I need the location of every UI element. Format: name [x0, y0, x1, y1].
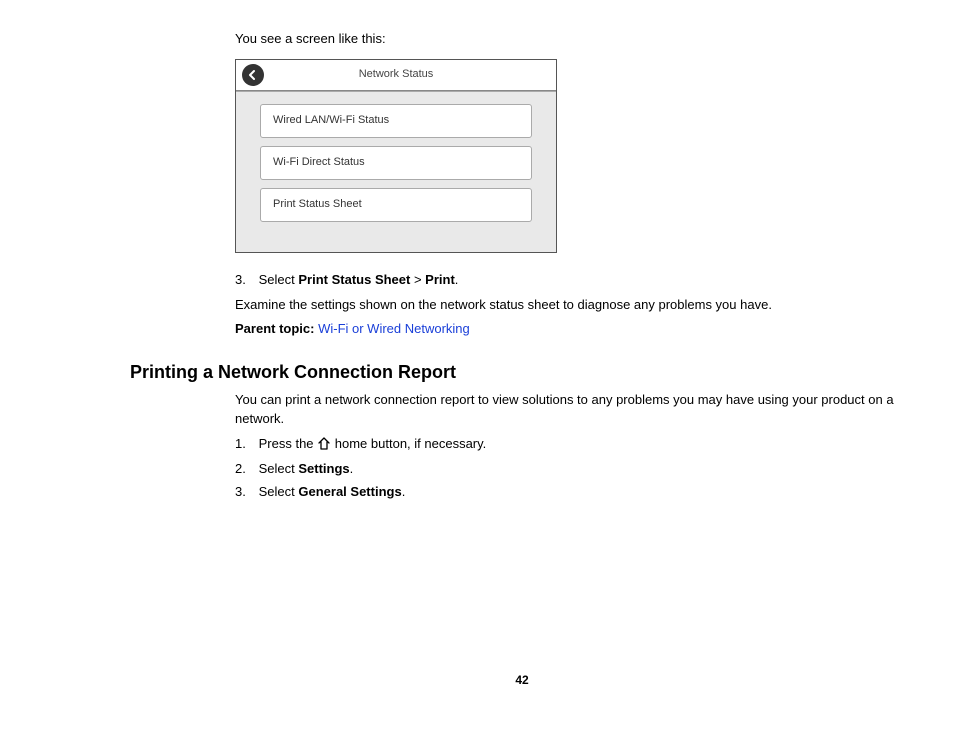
page-number: 42 — [130, 672, 914, 689]
step-number: 3. — [235, 483, 255, 502]
section-heading: Printing a Network Connection Report — [130, 359, 914, 385]
step-suffix: home button, if necessary. — [331, 436, 486, 451]
screenshot-figure: Network Status Wired LAN/Wi-Fi Status Wi… — [235, 59, 557, 253]
step-suffix: . — [350, 461, 354, 476]
step-bold: General Settings — [298, 484, 401, 499]
sec2-step-2: 2. Select Settings. — [235, 460, 914, 479]
sec2-step-3: 3. Select General Settings. — [235, 483, 914, 502]
step-sep: > — [410, 272, 425, 287]
screen-option: Wired LAN/Wi-Fi Status — [260, 104, 532, 138]
screen-option: Print Status Sheet — [260, 188, 532, 222]
step-text-prefix: Select — [259, 272, 299, 287]
screen-option: Wi-Fi Direct Status — [260, 146, 532, 180]
section-intro: You can print a network connection repor… — [235, 391, 914, 429]
step-bold: Settings — [298, 461, 349, 476]
sec2-step-1: 1. Press the home button, if necessary. — [235, 435, 914, 456]
intro-text: You see a screen like this: — [235, 30, 914, 49]
step-bold-2: Print — [425, 272, 455, 287]
parent-topic-link[interactable]: Wi-Fi or Wired Networking — [318, 321, 470, 336]
screen-header: Network Status — [236, 60, 556, 91]
step-3: 3. Select Print Status Sheet > Print. — [235, 271, 914, 290]
step-number: 1. — [235, 435, 255, 454]
examine-text: Examine the settings shown on the networ… — [235, 296, 914, 315]
home-icon — [317, 437, 331, 456]
back-icon — [242, 64, 264, 86]
step-prefix: Select — [259, 461, 299, 476]
step-suffix: . — [402, 484, 406, 499]
step-prefix: Select — [259, 484, 299, 499]
step-suffix: . — [455, 272, 459, 287]
step-number: 2. — [235, 460, 255, 479]
screen-title: Network Status — [236, 67, 556, 83]
screen-body: Wired LAN/Wi-Fi Status Wi-Fi Direct Stat… — [236, 91, 556, 252]
step-bold-1: Print Status Sheet — [298, 272, 410, 287]
parent-topic-label: Parent topic: — [235, 321, 318, 336]
parent-topic: Parent topic: Wi-Fi or Wired Networking — [235, 320, 914, 339]
step-number: 3. — [235, 271, 255, 290]
step-prefix: Press the — [259, 436, 318, 451]
